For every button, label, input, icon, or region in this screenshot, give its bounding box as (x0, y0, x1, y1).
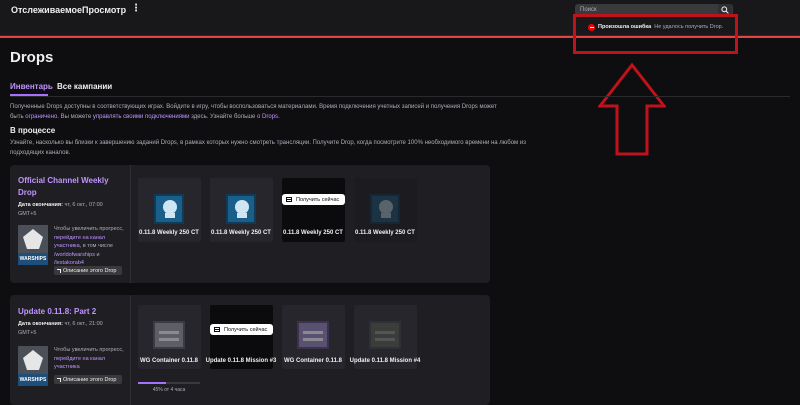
reward-label: Update 0.11.8 Mission #3 (205, 358, 277, 364)
drop-progress-text: 45% от 4 часа (152, 387, 186, 393)
nav-browse-link[interactable]: Просмотр (82, 5, 126, 15)
game-emblem-icon (23, 350, 43, 370)
progress-hint: Чтобы увеличить прогресс, перейдите на к… (54, 225, 124, 268)
in-progress-heading: В процессе (10, 126, 56, 135)
page-title: Drops (10, 49, 54, 66)
campaign-title[interactable]: Official Channel Weekly Drop (18, 175, 118, 199)
crate-icon (369, 321, 401, 349)
reward-label: 0.11.8 Weekly 250 CT (283, 230, 343, 236)
reward-label: 0.11.8 Weekly 250 CT (355, 230, 415, 236)
game-logo-text: WARSHIPS (18, 374, 48, 386)
campaign-title[interactable]: Update 0.11.8: Part 2 (18, 306, 118, 318)
manage-connections-link[interactable]: управлять своими подключениями (93, 114, 190, 120)
more-options-icon[interactable]: ⋮ (131, 3, 141, 14)
campaign-end-date: Дата окончания: чт, 6 окт., 07:00 GMT+5 (18, 201, 118, 219)
gift-icon (214, 327, 220, 332)
description-text: здесь. Узнайте больше о (191, 114, 261, 120)
annotation-arrow-icon (598, 63, 666, 156)
end-date-label: Дата окончания: (18, 321, 63, 327)
description-text: . (278, 114, 280, 120)
annotation-highlight-box (573, 14, 738, 54)
reward-label: 0.11.8 Weekly 250 CT (139, 230, 199, 236)
skull-icon (226, 194, 256, 224)
tab-all-campaigns[interactable]: Все кампании (57, 82, 112, 91)
search-icon (721, 6, 729, 14)
drop-description-label: Описание этого Drop (63, 267, 117, 274)
campaign-info: Update 0.11.8: Part 2 Дата окончания: чт… (10, 295, 130, 405)
reward-label: WG Container 0.11.8 (139, 358, 199, 364)
hint-text: Чтобы увеличить прогресс, (54, 347, 124, 353)
gift-icon (286, 197, 292, 202)
inventory-description: Полученные Drops доступны в соответствую… (10, 102, 510, 122)
skull-icon (154, 194, 184, 224)
game-box-art[interactable]: WARSHIPS (18, 346, 48, 386)
drop-description-button[interactable]: Описание этого Drop (54, 375, 122, 384)
skull-icon (370, 194, 400, 224)
nav-following-link[interactable]: Отслеживаемое (11, 5, 82, 15)
external-link-icon (57, 377, 61, 382)
drops-info-link[interactable]: Drops (262, 114, 278, 120)
reward-label: WG Container 0.11.8 (283, 358, 343, 364)
progress-hint: Чтобы увеличить прогресс, перейдите на к… (54, 346, 124, 372)
game-logo-text: WARSHIPS (18, 253, 48, 265)
reward-label: Update 0.11.8 Mission #4 (349, 358, 421, 364)
claim-now-button[interactable]: Получить сейчас (282, 194, 345, 205)
game-box-art[interactable]: WARSHIPS (18, 225, 48, 265)
reward-label: 0.11.8 Weekly 250 CT (211, 230, 271, 236)
limited-link[interactable]: ограничено (25, 114, 57, 120)
drop-description-button[interactable]: Описание этого Drop (54, 266, 122, 275)
hint-text: и (96, 251, 100, 258)
claim-now-button[interactable]: Получить сейчас (210, 324, 273, 335)
participant-channel-link[interactable]: перейдите на канал участника (54, 356, 105, 371)
hint-text: Чтобы увеличить прогресс, (54, 226, 124, 232)
campaign-end-date: Дата окончания: чт, 6 окт., 21:00 GMT+5 (18, 320, 118, 338)
claim-now-label: Получить сейчас (296, 196, 340, 203)
card-divider (130, 165, 131, 283)
channel-link-worldofwarships[interactable]: /worldofwarships (54, 252, 95, 258)
tab-inventory[interactable]: Инвентарь (10, 82, 53, 91)
crate-icon (297, 321, 329, 349)
description-text: . Вы можете (57, 114, 92, 120)
drop-progress-bar (138, 382, 200, 384)
external-link-icon (57, 268, 61, 273)
tabs-divider (10, 96, 790, 97)
card-divider (130, 295, 131, 405)
drop-description-label: Описание этого Drop (63, 376, 117, 383)
game-emblem-icon (23, 229, 43, 249)
claim-now-label: Получить сейчас (224, 326, 268, 333)
in-progress-description: Узнайте, насколько вы близки к завершени… (10, 140, 526, 156)
end-date-label: Дата окончания: (18, 202, 63, 208)
campaign-info: Official Channel Weekly Drop Дата оконча… (10, 165, 130, 283)
crate-icon (153, 321, 185, 349)
drop-progress-fill (138, 382, 166, 384)
hint-text: , в том числе (79, 243, 113, 249)
